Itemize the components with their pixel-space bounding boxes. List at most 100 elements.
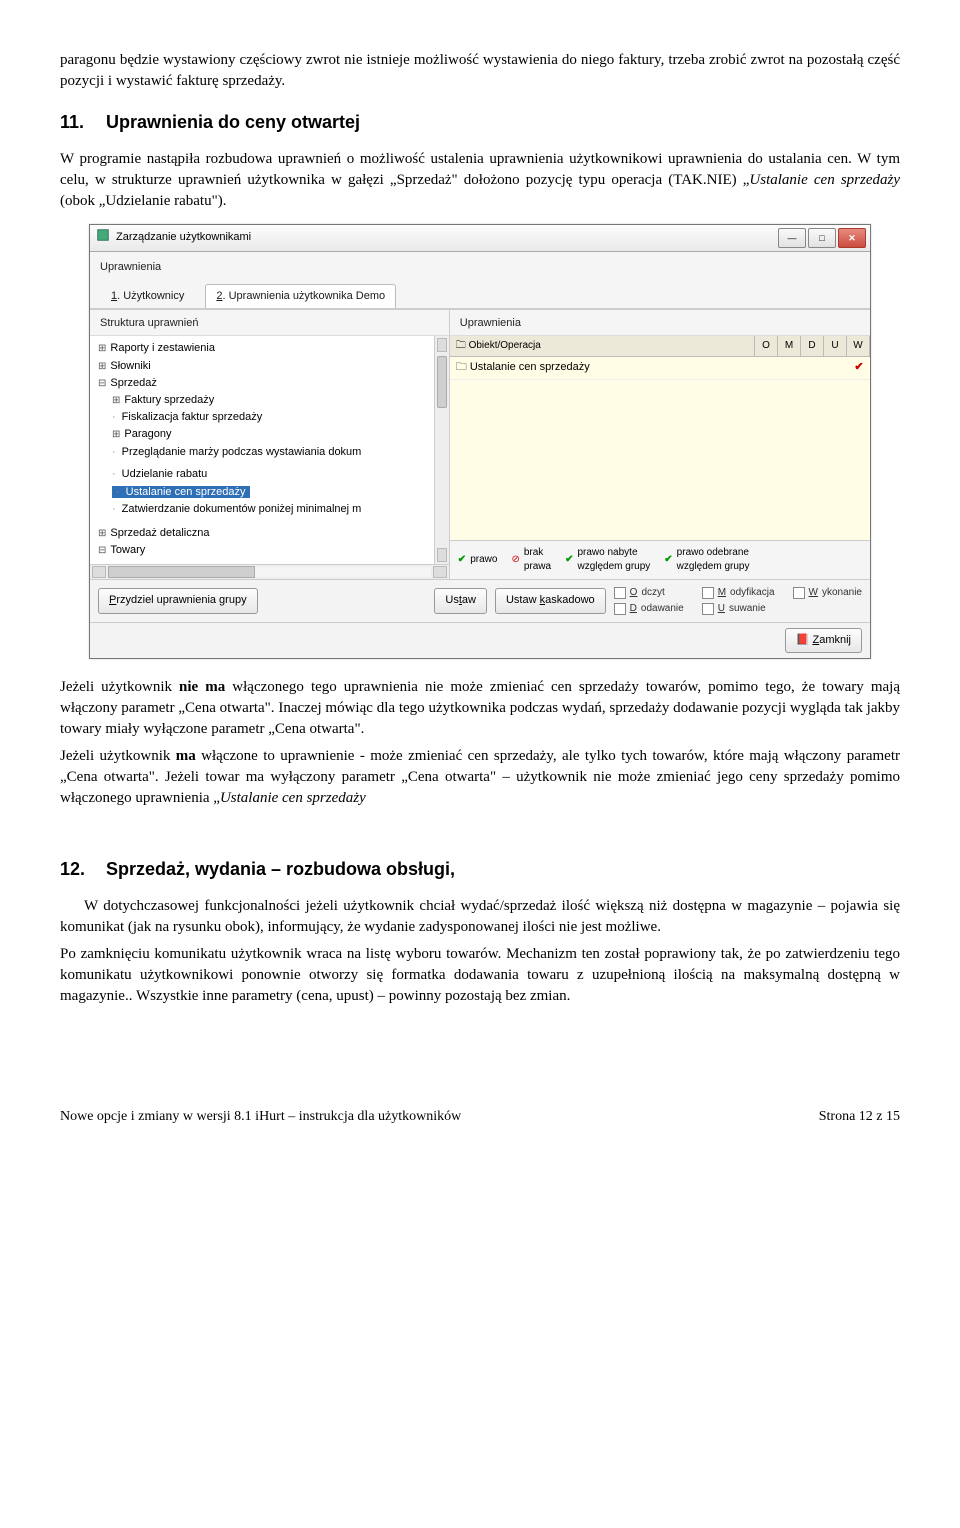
odczyt-checkbox[interactable]: [614, 587, 626, 599]
permissions-tree[interactable]: Raporty i zestawienia Słowniki Sprzedaż …: [90, 336, 449, 563]
tree-fiskalizacja[interactable]: Fiskalizacja faktur sprzedaży: [112, 409, 445, 426]
scroll-left-arrow[interactable]: [92, 566, 106, 578]
tree-paragony-label: Paragony: [112, 428, 171, 440]
modyfikacja-label: odyfikacja: [730, 586, 774, 600]
section-11-italic: Ustalanie cen sprzedaży: [749, 172, 900, 188]
tab-permissions-label: . Uprawnienia użytkownika Demo: [223, 290, 386, 302]
perm-o: [760, 357, 782, 378]
section-11-paragraph: W programie nastąpiła rozbudowa uprawnie…: [60, 149, 900, 212]
window-titlebar: Zarządzanie użytkownikami — □ ✕: [90, 225, 870, 252]
section-11-text-c: (obok „Udzielanie rabatu").: [60, 193, 226, 209]
after-screenshot-p1: Jeżeli użytkownik nie ma włączonego tego…: [60, 677, 900, 740]
as-p2-d: Ustalanie cen sprzedaży: [220, 790, 366, 806]
tab-permissions[interactable]: 2. Uprawnienia użytkownika Demo: [205, 284, 396, 308]
col-object-label: Obiekt/Operacja: [469, 340, 541, 351]
wykonanie-label: ykonanie: [822, 586, 862, 600]
section-12-heading: 12. Sprzedaż, wydania – rozbudowa obsług…: [60, 857, 900, 882]
legend-brak: ⊘ brak prawa: [511, 546, 551, 574]
no-icon: ⊘: [511, 553, 519, 567]
tree-sprzedaz-det[interactable]: Sprzedaż detaliczna: [98, 525, 445, 542]
section-11-number: 11.: [60, 110, 88, 135]
legend-brak-label: brak prawa: [524, 546, 551, 574]
tree-zatwierdzanie[interactable]: Zatwierdzanie dokumentów poniżej minimal…: [112, 501, 445, 524]
wykonanie-checkbox[interactable]: [793, 587, 805, 599]
tree-raporty[interactable]: Raporty i zestawienia: [98, 340, 445, 357]
dodawanie-checkbox[interactable]: [614, 603, 626, 615]
tree-paragony[interactable]: Paragony: [112, 426, 445, 443]
tree-przegladanie-label: Przeglądanie marży podczas wystawiania d…: [112, 445, 361, 460]
usuwanie-label: suwanie: [729, 602, 766, 616]
perm-u: [826, 357, 848, 378]
tree-slowniki[interactable]: Słowniki: [98, 358, 445, 375]
permissions-body: [450, 380, 870, 540]
bottom-toolbar: Przydziel uprawnienia grupy Ustaw Ustaw …: [90, 579, 870, 622]
legend-odebrane-label: prawo odebrane względem grupy: [677, 546, 750, 574]
tree-fiskalizacja-label: Fiskalizacja faktur sprzedaży: [112, 411, 262, 423]
close-window-button[interactable]: ✕: [838, 228, 866, 248]
dodawanie-label: odawanie: [641, 602, 684, 616]
tab-users[interactable]: 1. Użytkownicy: [100, 284, 195, 308]
col-w: W: [847, 336, 870, 356]
app-icon: [96, 228, 110, 247]
right-pane: Uprawnienia 🗀 Obiekt/Operacja O M D U W …: [450, 310, 870, 579]
permission-row-text: Ustalanie cen sprzedaży: [470, 361, 590, 373]
tree-vertical-scrollbar[interactable]: [434, 336, 449, 563]
legend-nabyte: ✔prawo nabyte względem grupy: [565, 546, 650, 574]
tree-towary-label: Towary: [98, 544, 145, 556]
section-12-p1: W dotychczasowej funkcjonalności jeżeli …: [60, 896, 900, 938]
rights-checkboxes: Odczyt Dodawanie Modyfikacja Usuwanie Wy…: [614, 586, 862, 616]
col-object: 🗀 Obiekt/Operacja: [450, 336, 755, 356]
assign-group-button[interactable]: Przydziel uprawnienia grupy: [98, 588, 258, 613]
tab-users-label: . Użytkownicy: [117, 290, 184, 302]
footer-left: Nowe opcje i zmiany w wersji 8.1 iHurt –…: [60, 1107, 461, 1127]
tree-horizontal-scrollbar[interactable]: [90, 564, 449, 579]
tree-udzielanie[interactable]: Udzielanie rabatu: [112, 466, 445, 483]
permission-legend: ✔ prawo ⊘ brak prawa ✔prawo nabyte względe…: [450, 540, 870, 579]
tree-ustalanie[interactable]: Ustalanie cen sprzedaży: [112, 484, 445, 501]
maximize-button[interactable]: □: [808, 228, 836, 248]
as-p1-b: nie ma: [179, 679, 225, 695]
footer-right: Strona 12 z 15: [819, 1107, 900, 1127]
as-p2-b: ma: [176, 748, 196, 764]
close-bar: 📕 Zamknij: [90, 622, 870, 658]
col-m: M: [778, 336, 801, 356]
section-11-title: Uprawnienia do ceny otwartej: [106, 110, 360, 135]
tree-udzielanie-label: Udzielanie rabatu: [112, 468, 207, 480]
tree-faktury-label: Faktury sprzedaży: [112, 394, 214, 406]
close-button[interactable]: 📕 Zamknij: [785, 628, 862, 653]
section-12-title: Sprzedaż, wydania – rozbudowa obsługi,: [106, 857, 455, 882]
tree-slowniki-label: Słowniki: [98, 360, 151, 372]
tree-sprzedaz[interactable]: Sprzedaż Faktury sprzedaży Fiskalizacja …: [98, 375, 445, 525]
tree-towary[interactable]: Towary: [98, 542, 445, 559]
as-p1-a: Jeżeli użytkownik: [60, 679, 179, 695]
left-pane-title: Struktura uprawnień: [90, 310, 449, 336]
tree-sprzedaz-det-label: Sprzedaż detaliczna: [98, 527, 209, 539]
page-footer: Nowe opcje i zmiany w wersji 8.1 iHurt –…: [60, 1107, 900, 1127]
set-button[interactable]: Ustaw: [434, 588, 487, 613]
tree-zatwierdzanie-label: Zatwierdzanie dokumentów poniżej minimal…: [112, 502, 361, 517]
permission-row-label: 🗀 Ustalanie cen sprzedaży: [450, 357, 760, 378]
legend-prawo: ✔ prawo: [458, 553, 498, 567]
odczyt-label: dczyt: [641, 586, 664, 600]
legend-nabyte-label: prawo nabyte względem grupy: [577, 546, 650, 574]
col-d: D: [801, 336, 824, 356]
intro-paragraph: paragonu będzie wystawiony częściowy zwr…: [60, 50, 900, 92]
col-o: O: [755, 336, 778, 356]
modyfikacja-checkbox[interactable]: [702, 587, 714, 599]
tree-przegladanie[interactable]: Przeglądanie marży podczas wystawiania d…: [112, 444, 445, 467]
tick-icon: ✔: [458, 553, 466, 567]
usuwanie-checkbox[interactable]: [702, 603, 714, 615]
permission-row[interactable]: 🗀 Ustalanie cen sprzedaży ✔: [450, 357, 870, 379]
minimize-button[interactable]: —: [778, 228, 806, 248]
perm-w-check: ✔: [848, 357, 870, 378]
scroll-right-arrow[interactable]: [433, 566, 447, 578]
section-12-p2: Po zamknięciu komunikatu użytkownik wrac…: [60, 944, 900, 1007]
set-cascade-button[interactable]: Ustaw kaskadowo: [495, 588, 606, 613]
tab-bar: 1. Użytkownicy 2. Uprawnienia użytkownik…: [90, 278, 870, 309]
legend-prawo-label: prawo: [470, 553, 497, 567]
tree-faktury[interactable]: Faktury sprzedaży: [112, 392, 445, 409]
window-subheading: Uprawnienia: [90, 252, 870, 277]
tree-raporty-label: Raporty i zestawienia: [98, 342, 215, 354]
section-12-number: 12.: [60, 857, 88, 882]
legend-odebrane: ✔prawo odebrane względem grupy: [664, 546, 749, 574]
